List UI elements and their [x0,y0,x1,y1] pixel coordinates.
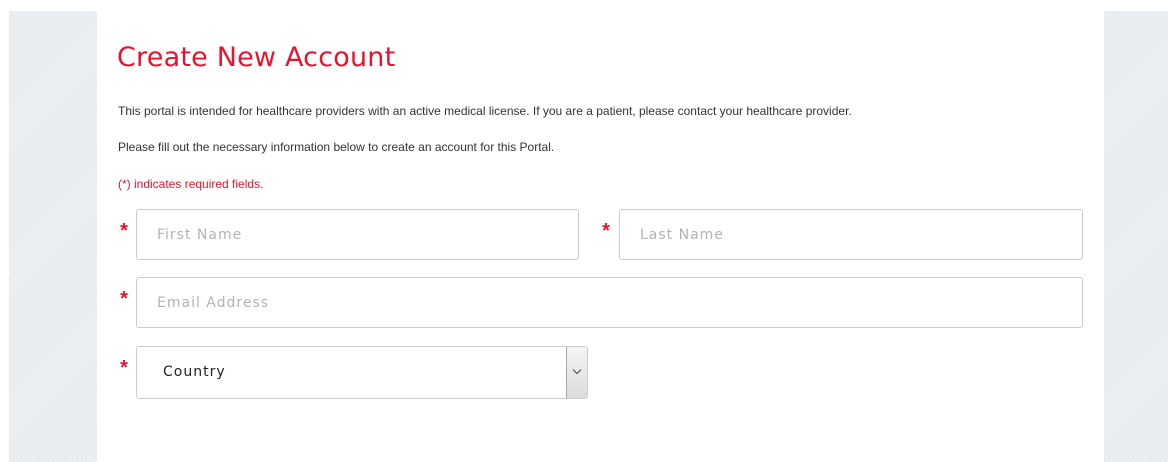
last-name-required-marker: * [602,220,610,242]
left-background-panel [9,11,97,462]
last-name-input[interactable] [619,209,1083,260]
chevron-down-icon [572,369,582,375]
page: Create New Account This portal is intend… [0,0,1168,462]
first-name-required-marker: * [120,220,128,242]
first-name-input[interactable] [136,209,579,260]
page-title: Create New Account [117,42,396,73]
email-required-marker: * [120,288,128,310]
intro-text: This portal is intended for healthcare p… [118,104,852,118]
instructions-text: Please fill out the necessary informatio… [118,140,555,154]
country-selected-value: Country [163,364,226,380]
country-dropdown-button[interactable] [566,347,587,398]
right-background-panel [1104,11,1168,462]
create-account-form: Create New Account This portal is intend… [97,11,1104,462]
country-select[interactable]: Country [136,346,588,399]
country-required-marker: * [120,357,128,379]
email-input[interactable] [136,277,1083,328]
required-fields-note: (*) indicates required fields. [118,177,264,191]
